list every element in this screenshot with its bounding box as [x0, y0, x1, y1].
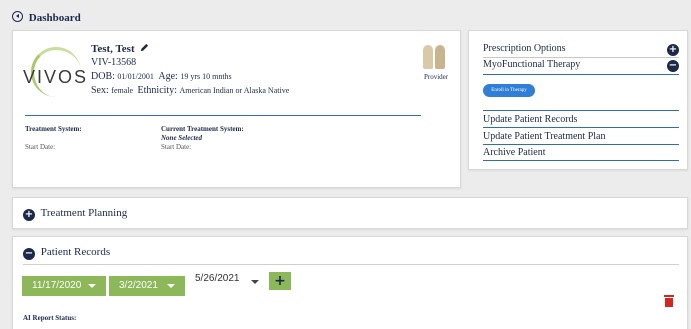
side-divider-4 [483, 127, 679, 128]
enroll-therapy-button[interactable]: Enroll in Therapy [483, 84, 535, 97]
treatment-start-label: Start Date: [25, 143, 56, 151]
side-divider-5 [483, 144, 679, 145]
plus-circle-icon[interactable]: + [667, 44, 679, 56]
record-date-tab-3[interactable]: 5/26/2021 [189, 273, 269, 293]
treatment-planning-panel[interactable]: + Treatment Planning [12, 197, 688, 229]
add-record-button[interactable]: + [269, 272, 291, 290]
chevron-down-icon [88, 284, 96, 288]
side-divider-3 [483, 110, 679, 111]
current-start-label: Start Date: [161, 143, 192, 151]
treatment-planning-title: Treatment Planning [40, 207, 128, 219]
provider-person-left [423, 45, 433, 69]
provider-avatar [421, 43, 449, 71]
edit-pencil-icon[interactable] [140, 43, 149, 55]
patient-name: Test, Test [91, 43, 149, 55]
patient-records-panel: − Patient Records 11/17/2020 3/2/2021 5/… [12, 236, 688, 329]
patient-records-title: Patient Records [40, 246, 111, 258]
side-divider-2 [483, 74, 679, 75]
vivos-logo: VIVOS [23, 45, 86, 105]
patient-dob-age: DOB: 01/01/2001 Age: 19 yrs 10 mnths [91, 71, 232, 82]
side-menu-panel: Prescription Options + MyoFunctional The… [468, 30, 688, 170]
trash-icon[interactable] [664, 295, 674, 307]
patient-info-panel: VIVOS Test, Test VIV-13568 DOB: 01/01/20… [12, 30, 461, 188]
back-circle-icon[interactable] [12, 11, 23, 22]
archive-patient[interactable]: Archive Patient [483, 147, 545, 158]
prescription-options[interactable]: Prescription Options + [483, 43, 679, 57]
chevron-down-icon [251, 280, 259, 284]
side-divider-6 [483, 160, 679, 161]
current-treatment-value: None Selected [161, 134, 203, 142]
provider-label: Provider [424, 73, 449, 81]
provider-person-right [435, 45, 445, 69]
update-patient-records[interactable]: Update Patient Records [483, 114, 577, 125]
treatment-planning-header[interactable]: + Treatment Planning [23, 207, 127, 221]
ai-report-status-label: AI Report Status: [23, 314, 77, 322]
records-divider [23, 264, 679, 265]
page-header: Dashboard [12, 10, 81, 24]
current-treatment-label: Current Treatment System: [161, 125, 244, 133]
update-treatment-plan[interactable]: Update Patient Treatment Plan [483, 131, 606, 142]
myofunctional-therapy[interactable]: MyoFunctional Therapy − [483, 59, 679, 73]
minus-circle-icon[interactable]: − [667, 60, 679, 72]
chevron-down-icon [167, 284, 175, 288]
patient-id: VIV-13568 [91, 57, 137, 68]
page-title: Dashboard [28, 12, 81, 24]
patient-records-header[interactable]: − Patient Records [23, 246, 110, 260]
patient-sex-ethnicity: Sex: female Ethnicity: American Indian o… [91, 85, 290, 96]
patient-divider [25, 115, 421, 116]
side-divider-1 [483, 57, 679, 58]
logo-text: VIVOS [23, 67, 89, 87]
collapse-minus-icon[interactable]: − [23, 248, 35, 260]
record-date-tab-1[interactable]: 11/17/2020 [22, 276, 106, 296]
expand-plus-icon[interactable]: + [23, 209, 35, 221]
treatment-system-label: Treatment System: [25, 125, 82, 133]
record-date-tab-2[interactable]: 3/2/2021 [109, 276, 185, 296]
